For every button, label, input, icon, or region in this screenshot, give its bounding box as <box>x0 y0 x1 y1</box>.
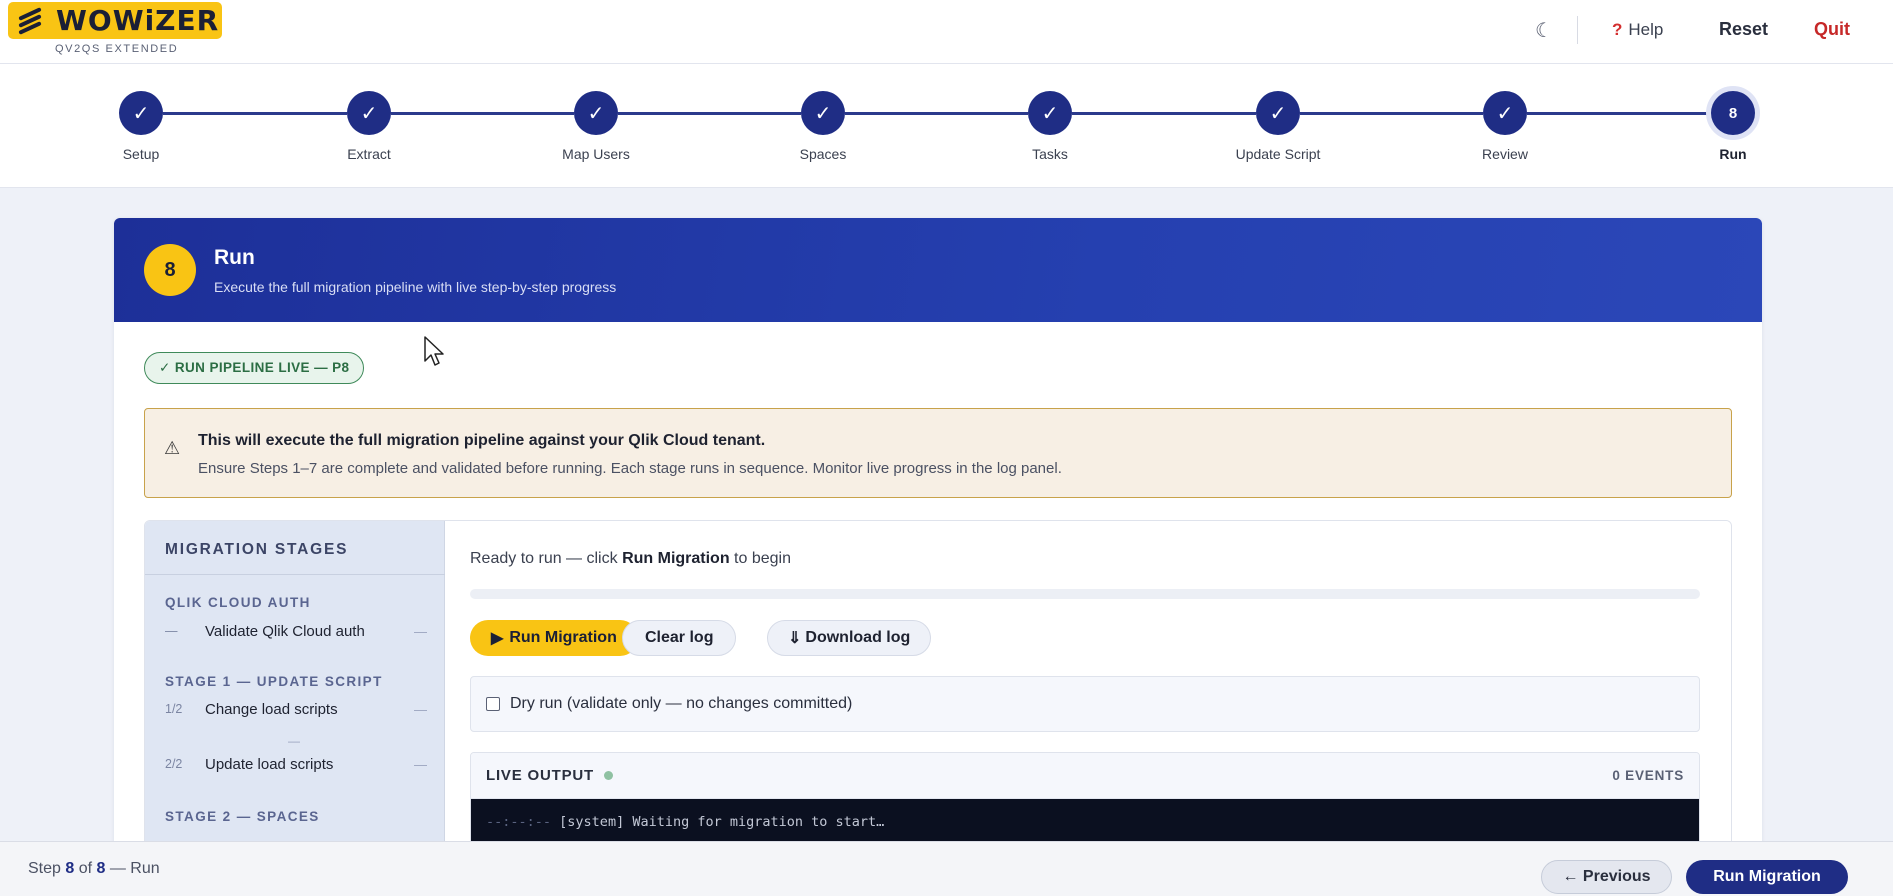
live-indicator-icon <box>603 771 613 780</box>
reset-button[interactable]: Reset <box>1719 19 1768 40</box>
check-icon: ✓ <box>347 91 391 135</box>
step-run[interactable]: 8 Run <box>1673 91 1793 162</box>
ready-prefix: Ready to run — click <box>470 550 623 567</box>
help-button[interactable]: ? Help <box>1612 20 1663 40</box>
header-divider <box>1577 16 1578 44</box>
stage-status: — <box>414 623 427 639</box>
mouse-cursor-icon <box>424 336 444 366</box>
download-log-label: Download log <box>805 629 911 646</box>
dry-run-option[interactable]: Dry run (validate only — no changes comm… <box>470 676 1700 732</box>
progress-bar <box>470 589 1700 599</box>
stage-index: — <box>165 624 178 638</box>
stage-group-label: STAGE 2 — SPACES <box>165 809 320 824</box>
check-icon: ✓ <box>119 91 163 135</box>
stage-index: 2/2 <box>165 757 183 771</box>
check-icon: ✓ <box>1028 91 1072 135</box>
app-logo: WOWiZER <box>8 2 222 39</box>
step-current: 8 <box>65 860 75 877</box>
stage-index: 1/2 <box>165 702 183 716</box>
step-review[interactable]: ✓ Review <box>1445 91 1565 162</box>
step-extract[interactable]: ✓ Extract <box>309 91 429 162</box>
step-map-users[interactable]: ✓ Map Users <box>536 91 656 162</box>
ready-suffix: to begin <box>729 550 791 567</box>
logo-subtitle: QV2QS EXTENDED <box>55 43 179 55</box>
event-count: 0 EVENTS <box>1612 768 1684 783</box>
ready-emphasis: Run Migration <box>622 550 730 567</box>
top-bar: WOWiZER QV2QS EXTENDED ☾ ? Help Reset Qu… <box>0 0 1893 64</box>
help-label: Help <box>1628 20 1664 39</box>
step-number-badge: 8 <box>144 244 196 296</box>
live-output-header: LIVE OUTPUT 0 EVENTS <box>471 753 1699 799</box>
dry-run-label: Dry run (validate only — no changes comm… <box>510 695 853 712</box>
play-icon: ▶ <box>491 630 504 647</box>
card-header: 8 Run Execute the full migration pipelin… <box>114 218 1762 322</box>
footer-run-migration-button[interactable]: Run Migration <box>1686 860 1848 894</box>
step-label: Setup <box>122 146 160 162</box>
check-icon: ✓ <box>801 91 845 135</box>
run-card: 8 Run Execute the full migration pipelin… <box>114 218 1762 858</box>
stage-status: — <box>414 701 427 717</box>
previous-button[interactable]: ← Previous <box>1541 860 1672 894</box>
log-timestamp: --:--:-- <box>486 814 552 830</box>
migration-panel: MIGRATION STAGES QLIK CLOUD AUTH — Valid… <box>144 520 1732 858</box>
question-icon: ? <box>1612 20 1623 39</box>
stage-item: 2/2 Update load scripts — <box>165 753 427 775</box>
step-update-script[interactable]: ✓ Update Script <box>1218 91 1338 162</box>
stages-title: MIGRATION STAGES <box>165 541 349 558</box>
migration-stages-sidebar: MIGRATION STAGES QLIK CLOUD AUTH — Valid… <box>145 521 445 858</box>
card-subtitle: Execute the full migration pipeline with… <box>214 279 617 295</box>
step-spaces[interactable]: ✓ Spaces <box>763 91 883 162</box>
warning-banner: ⚠ This will execute the full migration p… <box>144 408 1732 498</box>
quit-button[interactable]: Quit <box>1814 19 1850 40</box>
run-migration-button[interactable]: ▶ Run Migration <box>470 620 638 656</box>
step-label: Spaces <box>799 146 847 162</box>
dry-run-checkbox[interactable] <box>486 697 500 711</box>
step-name: Run <box>130 860 160 877</box>
stage-group-label: QLIK CLOUD AUTH <box>165 595 311 610</box>
check-icon: ✓ <box>1483 91 1527 135</box>
logo-mark-icon <box>16 6 46 36</box>
stages-divider <box>145 574 445 575</box>
step-label: Run <box>1719 146 1747 162</box>
stage-group-label: STAGE 1 — UPDATE SCRIPT <box>165 674 383 689</box>
run-migration-label: Run Migration <box>509 629 617 646</box>
step-of: of <box>74 860 97 877</box>
step-separator: — <box>105 860 131 877</box>
step-label: Update Script <box>1235 146 1321 162</box>
footer-bar: Step 8 of 8 — Run ← Previous Run Migrati… <box>0 841 1893 896</box>
live-output-title: LIVE OUTPUT <box>486 767 594 784</box>
warning-text: Ensure Steps 1–7 are complete and valida… <box>198 460 1062 477</box>
stage-name: Update load scripts <box>205 755 334 773</box>
ready-message: Ready to run — click Run Migration to be… <box>470 550 791 568</box>
stage-status: — <box>414 756 427 772</box>
check-icon: ✓ <box>574 91 618 135</box>
step-tasks[interactable]: ✓ Tasks <box>990 91 1110 162</box>
stage-item: — Validate Qlik Cloud auth — <box>165 620 427 642</box>
step-label: Map Users <box>562 146 630 162</box>
log-line: [system] Waiting for migration to start… <box>559 814 885 830</box>
run-controls: Ready to run — click Run Migration to be… <box>445 521 1731 858</box>
stage-item: 1/2 Change load scripts — <box>165 698 427 720</box>
download-log-button[interactable]: ⇓ Download log <box>767 620 932 656</box>
check-icon: ✓ <box>1256 91 1300 135</box>
step-label: Review <box>1482 146 1528 162</box>
status-badge: ✓ RUN PIPELINE LIVE — P8 <box>144 352 365 384</box>
step-label: Extract <box>347 146 391 162</box>
warning-title: This will execute the full migration pip… <box>198 432 766 449</box>
moon-icon[interactable]: ☾ <box>1535 18 1553 43</box>
stage-name: Validate Qlik Cloud auth <box>205 622 365 640</box>
stage-connector: — <box>288 734 300 748</box>
step-prefix: Step <box>28 860 66 877</box>
warning-icon: ⚠ <box>164 438 181 458</box>
step-indicator: Step 8 of 8 — Run <box>28 860 160 878</box>
step-setup[interactable]: ✓ Setup <box>81 91 201 162</box>
clear-log-button[interactable]: Clear log <box>622 620 737 656</box>
stage-name: Change load scripts <box>205 700 338 718</box>
logo-text: WOWiZER <box>56 4 220 37</box>
step-label: Tasks <box>1032 146 1068 162</box>
step-number-circle: 8 <box>1711 91 1755 135</box>
card-title: Run <box>214 246 255 269</box>
download-icon: ⇓ <box>788 630 802 647</box>
wizard-stepper <box>0 64 1893 188</box>
